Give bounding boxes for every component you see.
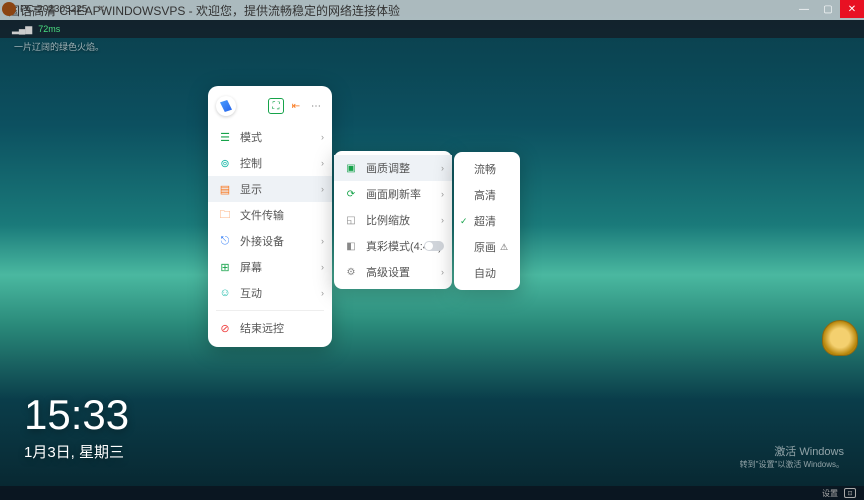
option-icon: ◧ [344,239,358,253]
warning-icon: ⚠ [500,242,508,253]
activation-watermark: 激活 Windows 转到"设置"以激活 Windows。 [740,443,844,470]
chevron-right-icon: › [321,158,324,168]
chevron-right-icon: › [441,267,444,277]
item-icon: ☺ [218,286,232,300]
item-label: 模式 [240,129,262,145]
fullscreen-icon[interactable]: ⛶ [268,98,284,114]
display-submenu: ▣ 画质调整 › ⟳ 画面刷新率 › ◱ 比例缩放 › ◧真彩模式(4:4:4) ⚙ 高级设置 › [334,151,452,289]
item-icon: 🗀 [218,208,232,222]
chevron-right-icon: › [321,184,324,194]
separator [216,310,324,311]
chevron-right-icon: › [321,132,324,142]
display-option-1[interactable]: ⟳ 画面刷新率 › [334,181,452,207]
network-icon[interactable]: ⊡ [844,488,856,498]
mascot-icon[interactable] [822,320,858,356]
option-icon: ▣ [344,161,358,175]
chevron-right-icon: › [441,189,444,199]
collapse-icon[interactable]: ⇤ [288,98,304,114]
desktop-caption: 一片辽阔的绿色火焰。 [14,40,104,53]
chevron-right-icon: › [321,262,324,272]
item-label: 控制 [240,155,262,171]
item-icon: ☰ [218,130,232,144]
remote-toolbar: ⛶ ⇤ ⋯ ☰ 模式 › ⊚ 控制 › ▤ 显示 › 🗀 文件传输 ⎋ 外接设备 › ⊞ 屏幕 › ☺ 互动 › ⊘ … [208,86,332,347]
more-icon[interactable]: ⋯ [308,98,324,114]
desktop-clock: 15:33 1月3日, 星期三 [24,391,129,462]
chevron-right-icon: › [321,236,324,246]
item-label: 互动 [240,285,262,301]
end-remote-button[interactable]: ⊘ 结束远控 [208,315,332,341]
check-icon: ✓ [460,216,468,227]
quality-submenu: 流畅高清 ✓ 超清原画 ⚠ 自动 [454,152,520,290]
display-option-0[interactable]: ▣ 画质调整 › [334,155,452,181]
tab-favicon-icon [2,2,16,16]
option-icon: ⟳ [344,187,358,201]
watermark-subtitle: 转到"设置"以激活 Windows。 [740,459,844,470]
toolbar-header: ⛶ ⇤ ⋯ [208,92,332,124]
display-option-3[interactable]: ◧真彩模式(4:4:4) [334,233,452,259]
tab-close-icon[interactable]: ✕ [97,4,105,15]
option-label: 画面刷新率 [366,186,421,202]
toggle-switch[interactable] [424,241,444,251]
window-controls: — ▢ ✕ [792,0,864,18]
item-label: 外接设备 [240,233,284,249]
chevron-right-icon: › [441,215,444,225]
chevron-right-icon: › [321,288,324,298]
item-label: 屏幕 [240,259,262,275]
toolbar-item-3[interactable]: 🗀 文件传输 [208,202,332,228]
option-label: 比例缩放 [366,212,410,228]
display-option-4[interactable]: ⚙ 高级设置 › [334,259,452,285]
end-label: 结束远控 [240,320,284,336]
option-label: 画质调整 [366,160,410,176]
option-label: 高级设置 [366,264,410,280]
quality-option-0[interactable]: 流畅 [454,156,520,182]
quality-option-1[interactable]: 高清 [454,182,520,208]
banner-overlay: 国语高清 CHEAPWINDOWSVPS - 欢迎您，提供流畅稳定的网络连接体验 [0,0,864,20]
item-icon: ⊚ [218,156,232,170]
remote-status-bar: ▂▄▆ 72ms [0,20,864,38]
chevron-right-icon: › [441,163,444,173]
toolbar-item-2[interactable]: ▤ 显示 › [208,176,332,202]
maximize-button[interactable]: ▢ [816,0,840,18]
tray-text: 设置 [822,488,838,499]
clock-time: 15:33 [24,391,129,439]
system-tray[interactable]: 设置 ⊡ [822,488,856,499]
display-option-2[interactable]: ◱ 比例缩放 › [334,207,452,233]
close-button[interactable]: ✕ [840,0,864,18]
minimize-button[interactable]: — [792,0,816,18]
latency-badge: 72ms [38,24,60,34]
quality-label: 超清 [474,213,496,229]
watermark-title: 激活 Windows [740,443,844,459]
todesk-logo-icon [216,96,236,116]
item-label: 文件传输 [240,207,284,223]
item-icon: ▤ [218,182,232,196]
quality-label: 流畅 [474,161,496,177]
toolbar-item-6[interactable]: ☺ 互动 › [208,280,332,306]
item-icon: ⎋ [218,234,232,248]
clock-date: 1月3日, 星期三 [24,441,129,462]
quality-label: 自动 [474,265,496,281]
browser-tab[interactable]: PC-202303225 ✕ [2,2,106,16]
item-label: 显示 [240,181,262,197]
quality-label: 原画 [474,239,496,255]
quality-label: 高清 [474,187,496,203]
toolbar-item-5[interactable]: ⊞ 屏幕 › [208,254,332,280]
signal-icon: ▂▄▆ [12,24,32,35]
quality-option-4[interactable]: 自动 [454,260,520,286]
quality-option-2[interactable]: ✓ 超清 [454,208,520,234]
toolbar-item-4[interactable]: ⎋ 外接设备 › [208,228,332,254]
toolbar-item-0[interactable]: ☰ 模式 › [208,124,332,150]
toolbar-item-1[interactable]: ⊚ 控制 › [208,150,332,176]
quality-option-3[interactable]: 原画 ⚠ [454,234,520,260]
option-icon: ◱ [344,213,358,227]
option-icon: ⚙ [344,265,358,279]
item-icon: ⊞ [218,260,232,274]
taskbar: 设置 ⊡ [0,486,864,500]
tab-label: PC-202303225 [20,4,87,15]
end-icon: ⊘ [218,321,232,335]
